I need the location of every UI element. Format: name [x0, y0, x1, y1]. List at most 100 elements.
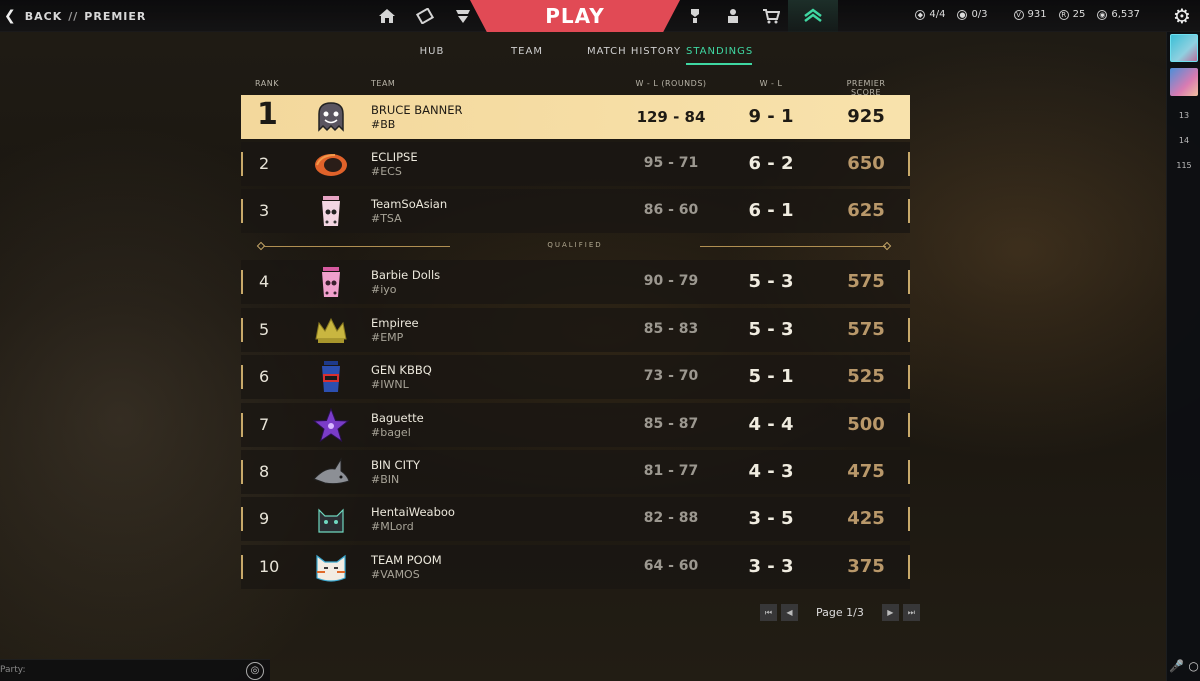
standings-row[interactable]: 8 BIN CITY #BIN 81 - 77 4 - 3 475 [241, 450, 910, 494]
valorant-points-counter: V 931 [1013, 9, 1047, 20]
boba-skull-logo-icon [322, 196, 340, 226]
standings-row[interactable]: 7 Baguette #bagel 85 - 87 4 - 4 500 [241, 403, 910, 447]
agent-contract-icon: ◆ [915, 9, 926, 20]
rank-number: 6 [259, 367, 270, 386]
premier-score: 425 [847, 508, 885, 529]
column-header-wl: W - L [759, 79, 783, 88]
team-tag: #BB [371, 118, 396, 131]
store-cart-icon[interactable] [760, 6, 782, 26]
team-name: BRUCE BANNER [371, 103, 463, 117]
agent-contract-counter: ◆ 4/4 [915, 9, 945, 20]
back-button[interactable]: ❮ BACK // PREMIER [4, 8, 146, 24]
tab-standings[interactable]: STANDINGS [686, 44, 752, 65]
team-name: BIN CITY [371, 458, 421, 472]
tab-hub[interactable]: HUB [392, 44, 472, 65]
play-label: PLAY [545, 4, 605, 28]
premier-score: 650 [847, 153, 885, 174]
previous-page-icon[interactable]: ◀ [781, 604, 798, 621]
cat-logo-icon [318, 508, 344, 533]
fox-logo-icon [316, 554, 346, 582]
standings-row[interactable]: 2 ECLIPSE #ECS 95 - 71 6 - 2 650 [241, 142, 910, 186]
column-header-team: TEAM [371, 79, 396, 88]
next-page-icon[interactable]: ▶ [881, 604, 899, 621]
rank-number: 5 [259, 320, 270, 339]
play-tab[interactable]: PLAY [470, 0, 680, 32]
team-tag: #iyo [371, 283, 397, 296]
premier-score: 925 [847, 106, 885, 127]
chat-icon[interactable]: ◎ [246, 662, 264, 680]
win-loss-record: 4 - 3 [748, 461, 794, 482]
row-accent-left [241, 199, 243, 223]
row-accent-left [241, 555, 243, 579]
premier-subtabs: HUB TEAM MATCH HISTORY STANDINGS [392, 44, 752, 65]
row-accent-right [908, 318, 910, 342]
team-name: HentaiWeaboo [371, 505, 455, 519]
team-name: TeamSoAsian [371, 197, 448, 211]
rounds-record: 85 - 87 [643, 416, 699, 432]
tab-team[interactable]: TEAM [472, 44, 582, 65]
agents-icon[interactable] [414, 6, 436, 26]
kingdom-credits-icon: ◉ [1097, 9, 1108, 20]
win-loss-record: 4 - 4 [748, 414, 794, 435]
column-header-rounds: W - L (ROUNDS) [635, 79, 707, 88]
standings-row[interactable]: 6 GEN KBBQ #IWNL 73 - 70 5 - 1 525 [241, 355, 910, 399]
tab-match-history[interactable]: MATCH HISTORY [582, 44, 686, 65]
top-navigation-bar: ❮ BACK // PREMIER PLAY ◆ 4/4 ● 0/3 V 931… [0, 0, 1200, 32]
status-ring-icon[interactable]: ○ [1188, 659, 1198, 679]
shark-logo-icon [313, 457, 350, 485]
team-tag: #IWNL [371, 378, 409, 391]
rank-number: 2 [259, 154, 270, 173]
rank-number: 4 [259, 272, 270, 291]
divider-line [700, 246, 886, 247]
pink-boba-logo-icon [322, 267, 340, 297]
standings-row[interactable]: 3 TeamSoAsian #TSA 86 - 60 6 - 1 625 [241, 189, 910, 233]
premier-icon [804, 8, 822, 22]
star-logo-icon [312, 408, 350, 442]
microphone-icon[interactable]: 🎤 [1169, 659, 1184, 679]
last-page-icon[interactable]: ⏭ [902, 604, 920, 621]
win-loss-record: 5 - 3 [748, 271, 794, 292]
friend-count: 115 [1176, 161, 1192, 170]
first-page-icon[interactable]: ⏮ [760, 604, 777, 621]
team-tag: #ECS [371, 165, 402, 178]
standings-row[interactable]: 1 BRUCE BANNER #BB 129 - 84 9 - 1 925 [241, 95, 910, 139]
kingdom-credits-counter: ◉ 6,537 [1097, 9, 1140, 20]
battlepass-icon[interactable] [684, 6, 706, 26]
row-accent-right [908, 507, 910, 531]
friend-avatar[interactable] [1170, 34, 1198, 62]
row-accent-right [908, 555, 910, 579]
row-accent-left [241, 152, 243, 176]
team-name: GEN KBBQ [371, 363, 432, 377]
home-icon[interactable] [376, 6, 398, 26]
standings-row[interactable]: 5 Empiree #EMP 85 - 83 5 - 3 575 [241, 308, 910, 352]
collection-icon[interactable] [722, 6, 744, 26]
team-name: Empiree [371, 316, 419, 330]
standings-row[interactable]: 10 TEAM POOM #VAMOS 64 - 60 3 - 3 375 [241, 545, 910, 589]
premier-tab[interactable] [788, 0, 838, 32]
win-loss-record: 6 - 2 [748, 153, 794, 174]
nav-left-icons [376, 6, 474, 26]
row-accent-right [908, 152, 910, 176]
standings-row[interactable]: 9 HentaiWeaboo #MLord 82 - 88 3 - 5 425 [241, 497, 910, 541]
team-tag: #bagel [371, 426, 411, 439]
row-accent-right [908, 413, 910, 437]
rounds-record: 85 - 83 [643, 321, 699, 337]
party-chat-bar[interactable]: Party: ◎ [0, 659, 270, 681]
social-sidebar: 13 14 115 🎤 ○ [1166, 32, 1200, 681]
win-loss-record: 3 - 3 [748, 556, 794, 577]
career-icon[interactable] [452, 6, 474, 26]
standings-row[interactable]: 4 Barbie Dolls #iyo 90 - 79 5 - 3 575 [241, 260, 910, 304]
settings-gear-icon[interactable]: ⚙ [1170, 4, 1194, 28]
team-name: Barbie Dolls [371, 268, 441, 282]
crown-logo-icon [315, 317, 347, 343]
rounds-record: 86 - 60 [643, 202, 699, 218]
friend-avatar[interactable] [1170, 68, 1198, 96]
premier-score: 475 [847, 461, 885, 482]
rank-number: 1 [257, 97, 278, 132]
row-accent-left [241, 318, 243, 342]
back-label: BACK [24, 9, 63, 23]
page-indicator: Page 1/3 [816, 606, 864, 619]
ghost-logo-icon [318, 102, 344, 132]
radianite-counter: R 25 [1058, 9, 1085, 20]
premier-score: 575 [847, 271, 885, 292]
